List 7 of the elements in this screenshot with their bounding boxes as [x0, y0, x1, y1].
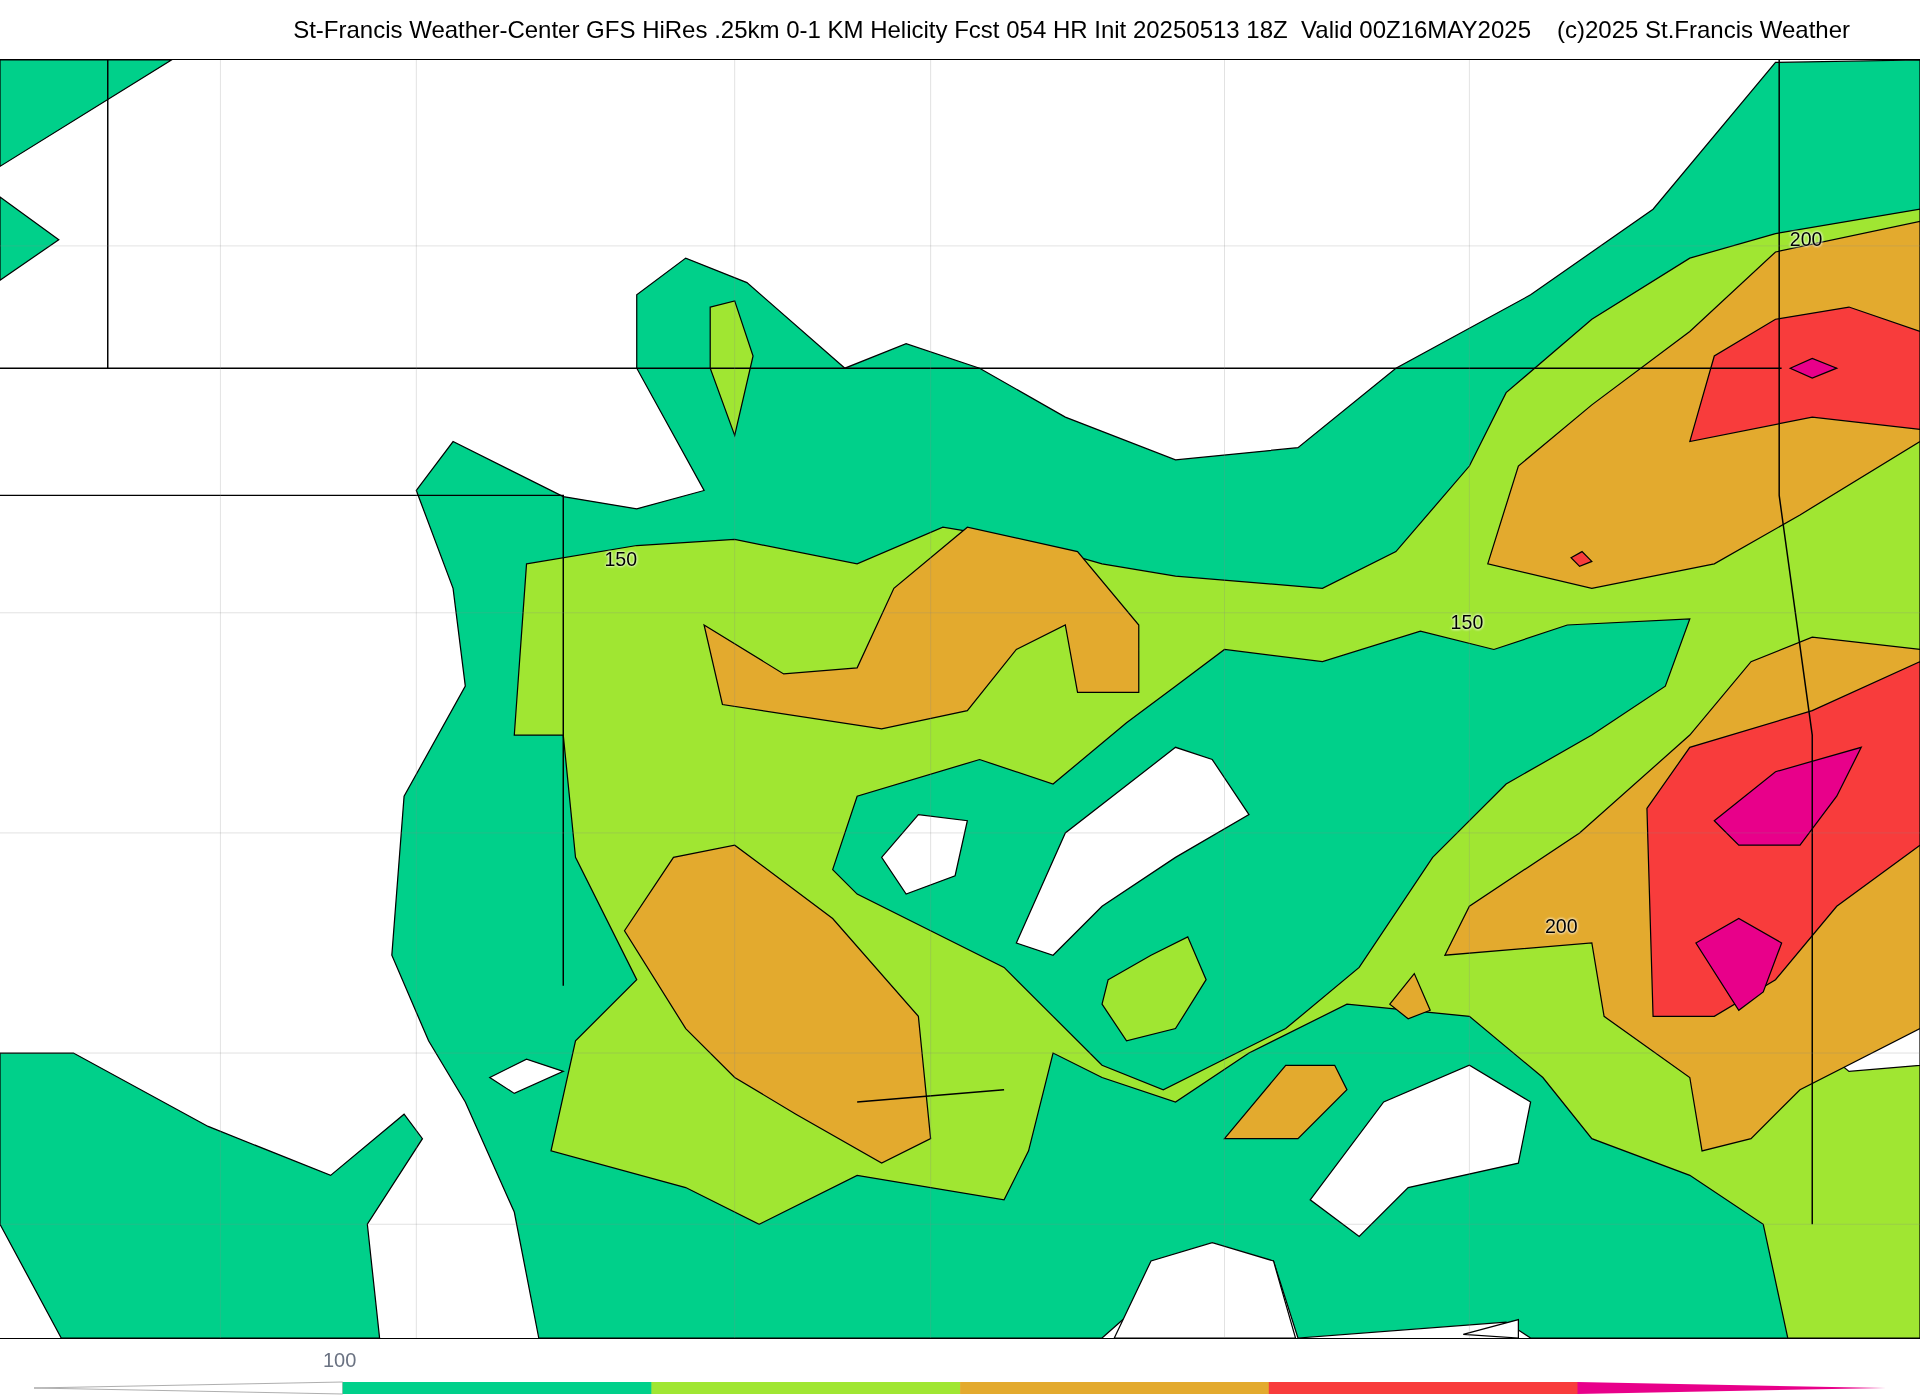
contour-label: 150	[1450, 610, 1484, 633]
copyright-text: (c)2025 St.Francis Weather	[1557, 14, 1850, 45]
map-title: St-Francis Weather-Center GFS HiRes .25km 0-1 KM Helicity Fcst 054 HR Init 20250513 18Z Valid 00Z16MAY2025	[293, 14, 1531, 45]
colorbar-tick-label: 100	[323, 1348, 357, 1373]
contour-label: 200	[1544, 915, 1578, 938]
contour-label: 200	[1789, 227, 1823, 250]
contour-label: 150	[604, 548, 638, 571]
